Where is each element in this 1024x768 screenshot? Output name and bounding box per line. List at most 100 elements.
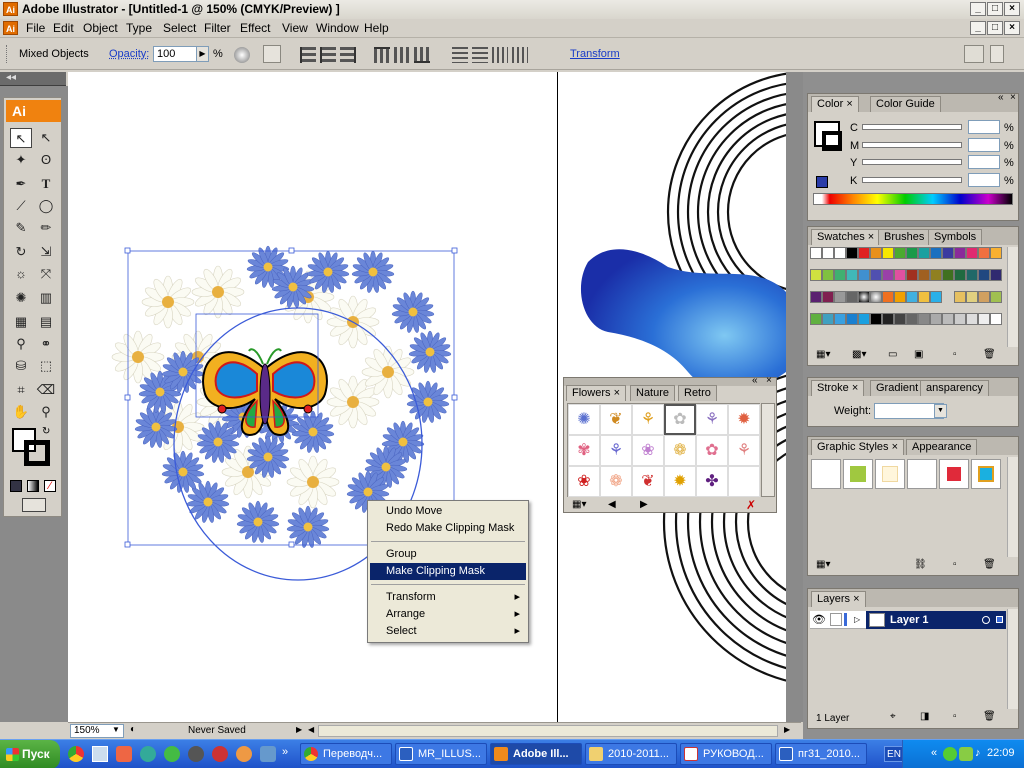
line-tool-icon[interactable]: ⟋ xyxy=(10,196,32,216)
app-quicklaunch-icon[interactable] xyxy=(116,746,132,762)
symbol-lily-2[interactable]: ❁ xyxy=(664,435,696,466)
swatch[interactable] xyxy=(954,313,966,325)
symbol-scrollbar[interactable] xyxy=(761,403,775,497)
channel-y-input[interactable] xyxy=(968,155,1000,169)
desktop-quicklaunch-icon[interactable] xyxy=(92,746,108,762)
symbol-rose-pink[interactable]: ✿ xyxy=(696,435,728,466)
tray-app-icon[interactable] xyxy=(959,747,973,761)
menu-filter[interactable]: Filter xyxy=(204,21,231,35)
tab-stroke[interactable]: Stroke × xyxy=(811,380,865,396)
taskbar-word-mr[interactable]: MR_ILLUS... xyxy=(395,743,487,765)
taskbar-pdf[interactable]: РУКОВОД... xyxy=(680,743,772,765)
swatch[interactable] xyxy=(858,247,870,259)
zoom-tool-icon[interactable]: ⚲ xyxy=(35,402,57,422)
paintbrush-tool-icon[interactable]: ✎ xyxy=(10,218,32,238)
panel-collapse-icon[interactable]: « xyxy=(752,375,758,386)
channel-m-input[interactable] xyxy=(968,138,1000,152)
channel-k-slider[interactable] xyxy=(862,177,962,183)
swatch-gradient[interactable] xyxy=(858,291,870,303)
swatch[interactable] xyxy=(834,313,846,325)
swatch[interactable] xyxy=(846,291,858,303)
symbol-aster[interactable]: ✺ xyxy=(568,404,600,435)
tab-graphic-styles[interactable]: Graphic Styles × xyxy=(811,439,905,455)
magic-wand-tool-icon[interactable]: ✦ xyxy=(10,150,32,170)
swatch[interactable] xyxy=(858,313,870,325)
swatch[interactable] xyxy=(882,269,894,281)
panel-collapse-icon[interactable]: « xyxy=(998,92,1004,103)
swatch-registration[interactable] xyxy=(822,247,834,259)
taskbar-translator[interactable]: Переводч... xyxy=(300,743,392,765)
menu-type[interactable]: Type xyxy=(126,21,152,35)
swatch-options-icon[interactable]: ▭ xyxy=(888,349,897,360)
symbol-tulip[interactable]: ❦ xyxy=(600,404,632,435)
swatch[interactable] xyxy=(882,291,894,303)
swatch[interactable] xyxy=(810,269,822,281)
symbol-daisy[interactable]: ✿ xyxy=(664,404,696,435)
swatch[interactable] xyxy=(822,291,834,303)
menu-object[interactable]: Object xyxy=(83,21,118,35)
lasso-tool-icon[interactable]: ʘ xyxy=(35,150,57,170)
swatch[interactable] xyxy=(990,291,1002,303)
swatch[interactable] xyxy=(810,313,822,325)
gradient-tool-icon[interactable]: ▤ xyxy=(35,312,57,332)
app-quicklaunch-icon[interactable] xyxy=(188,746,204,762)
status-arrow-icon[interactable]: ▶ xyxy=(296,725,302,734)
swatch[interactable] xyxy=(978,291,990,303)
swatch[interactable] xyxy=(966,247,978,259)
panel-close-icon[interactable]: × xyxy=(766,375,772,386)
live-paint-selection-tool-icon[interactable]: ⬚ xyxy=(35,356,57,376)
selection-indicator[interactable] xyxy=(996,616,1003,623)
volume-icon[interactable]: ♪ xyxy=(975,747,987,761)
symbol-lotus[interactable]: ❀ xyxy=(632,435,664,466)
symbol-lily[interactable]: ⚘ xyxy=(632,404,664,435)
channel-y-slider[interactable] xyxy=(862,159,962,165)
ctx-group[interactable]: Group xyxy=(370,546,526,563)
swatch[interactable] xyxy=(978,313,990,325)
symbol-rose-red[interactable]: ❀ xyxy=(568,466,600,497)
break-link-icon[interactable]: ⛓ xyxy=(914,559,927,570)
ctx-make-clipping-mask[interactable]: Make Clipping Mask xyxy=(370,563,526,580)
swatch[interactable] xyxy=(966,269,978,281)
chrome-quicklaunch-icon[interactable] xyxy=(68,746,84,762)
symbol-peony[interactable]: ❁ xyxy=(600,466,632,497)
zoom-dropdown-icon[interactable]: ▼ xyxy=(112,725,120,734)
swatch[interactable] xyxy=(858,269,870,281)
color-stroke-icon[interactable] xyxy=(822,131,842,151)
swatch[interactable] xyxy=(882,313,894,325)
eraser-tool-icon[interactable]: ⌫ xyxy=(35,380,57,400)
direct-selection-tool-icon[interactable]: ↖ xyxy=(35,128,57,148)
menu-view[interactable]: View xyxy=(282,21,308,35)
symbol-bluebell[interactable]: ⚘ xyxy=(600,435,632,466)
target-icon[interactable] xyxy=(982,616,990,624)
menu-window[interactable]: Window xyxy=(316,21,359,35)
app-quicklaunch-icon[interactable] xyxy=(140,746,156,762)
distribute-right-icon[interactable] xyxy=(512,47,528,63)
library-disabled-icon[interactable]: ✗ xyxy=(746,498,756,512)
graphic-styles-scrollbar[interactable] xyxy=(1007,457,1018,557)
app-quicklaunch-icon[interactable] xyxy=(236,746,252,762)
swatch[interactable] xyxy=(954,247,966,259)
swatch[interactable] xyxy=(978,269,990,281)
swatch[interactable] xyxy=(966,313,978,325)
align-bottom-icon[interactable] xyxy=(414,47,430,63)
doc-minimize-button[interactable]: _ xyxy=(970,21,986,35)
free-transform-tool-icon[interactable]: ⤧ xyxy=(35,264,57,284)
tab-symbols[interactable]: Symbols xyxy=(928,229,983,245)
menu-effect[interactable]: Effect xyxy=(240,21,270,35)
crop-tool-icon[interactable]: ⌗ xyxy=(10,380,32,400)
swatch[interactable] xyxy=(822,269,834,281)
status-menu-icon[interactable]: ◐ xyxy=(130,724,136,735)
app-quicklaunch-icon[interactable] xyxy=(260,746,276,762)
lock-toggle[interactable] xyxy=(830,613,842,626)
tab-layers[interactable]: Layers × xyxy=(811,591,866,607)
swatch[interactable] xyxy=(894,269,906,281)
mesh-tool-icon[interactable]: ▦ xyxy=(10,312,32,332)
tab-retro[interactable]: Retro xyxy=(678,385,717,401)
new-style-icon[interactable]: ▫ xyxy=(953,559,957,570)
swatch[interactable] xyxy=(990,269,1002,281)
swatch[interactable] xyxy=(846,269,858,281)
swatch[interactable] xyxy=(906,269,918,281)
swatch[interactable] xyxy=(906,313,918,325)
swatch[interactable] xyxy=(882,247,894,259)
tab-flowers[interactable]: Flowers × xyxy=(566,385,626,401)
